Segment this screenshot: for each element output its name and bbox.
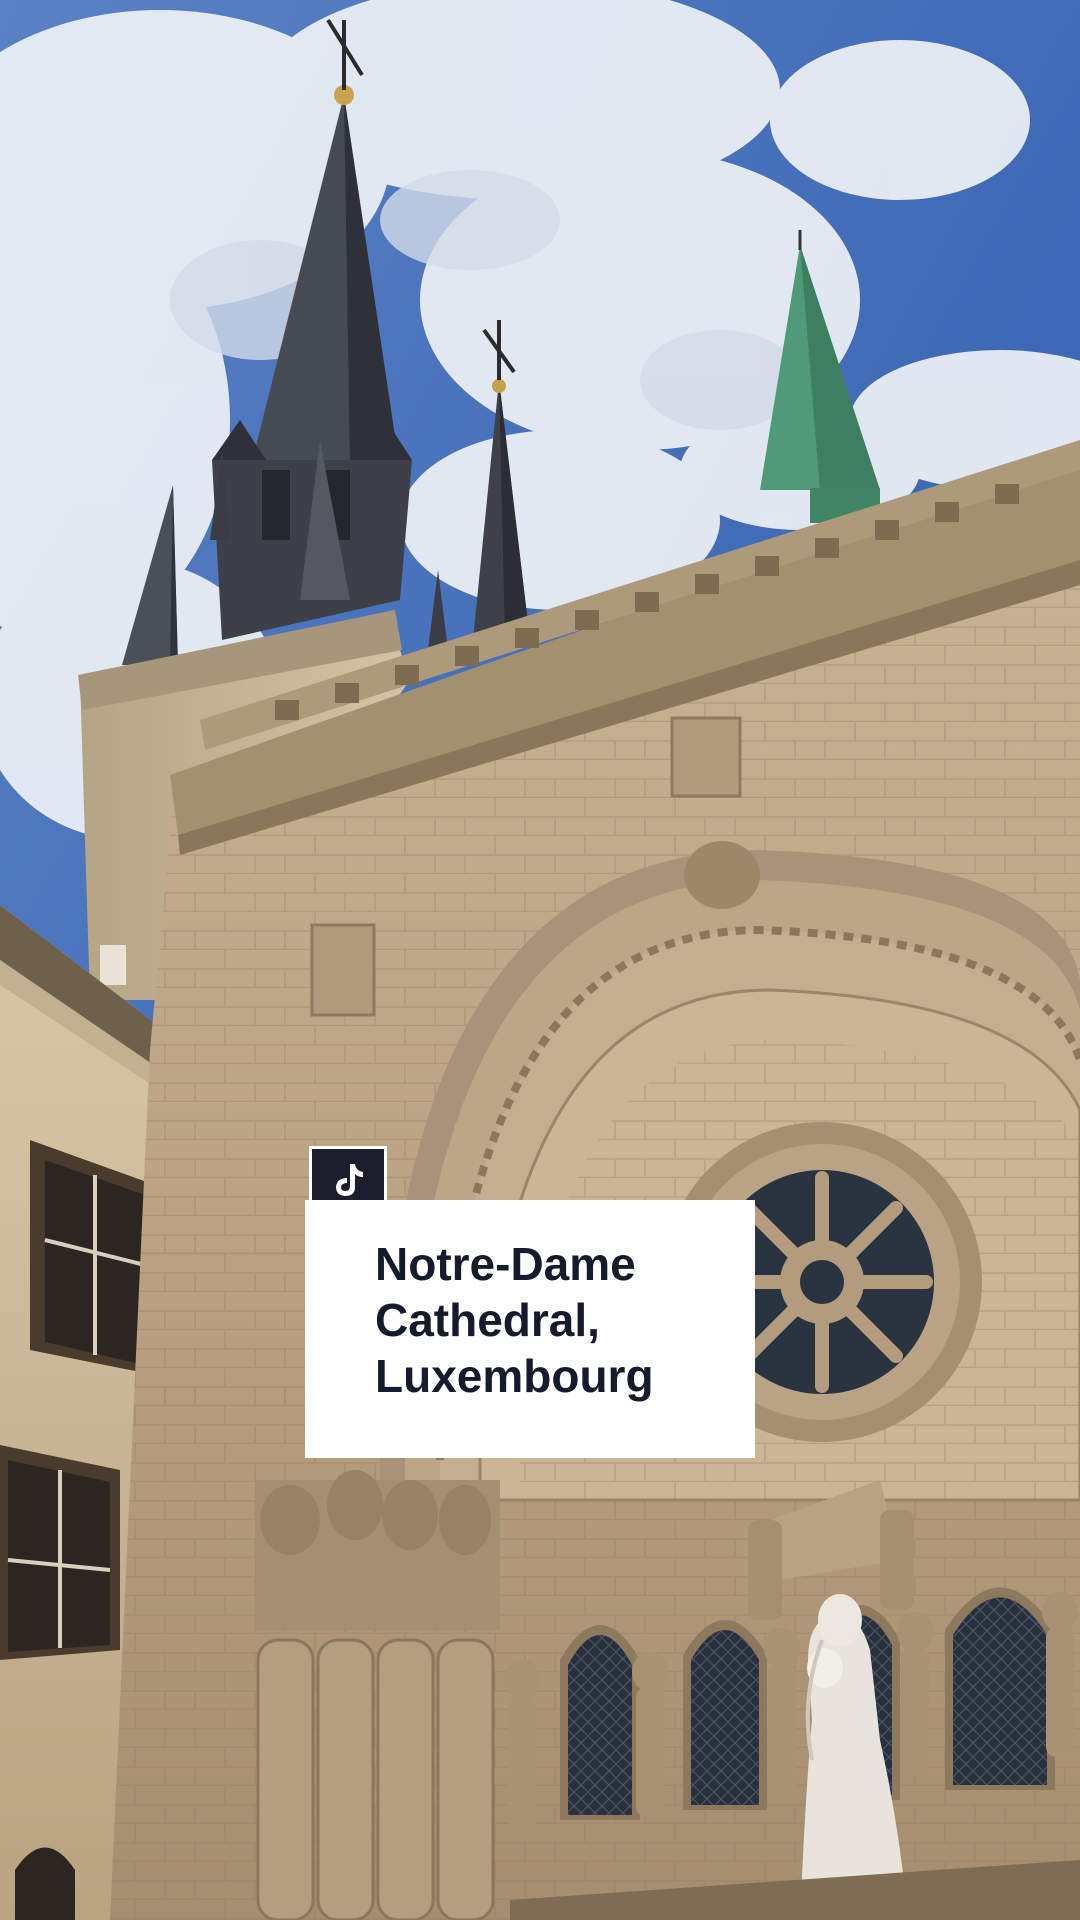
cathedral-photo — [0, 0, 1080, 1920]
caption-line-1: Notre-Dame — [375, 1238, 636, 1290]
caption-line-3: Luxembourg — [375, 1350, 654, 1402]
caption-line-2: Cathedral, — [375, 1294, 600, 1346]
caption-card: Notre-Dame Cathedral, Luxembourg — [305, 1200, 755, 1458]
tiktok-logo-icon — [336, 1164, 363, 1196]
